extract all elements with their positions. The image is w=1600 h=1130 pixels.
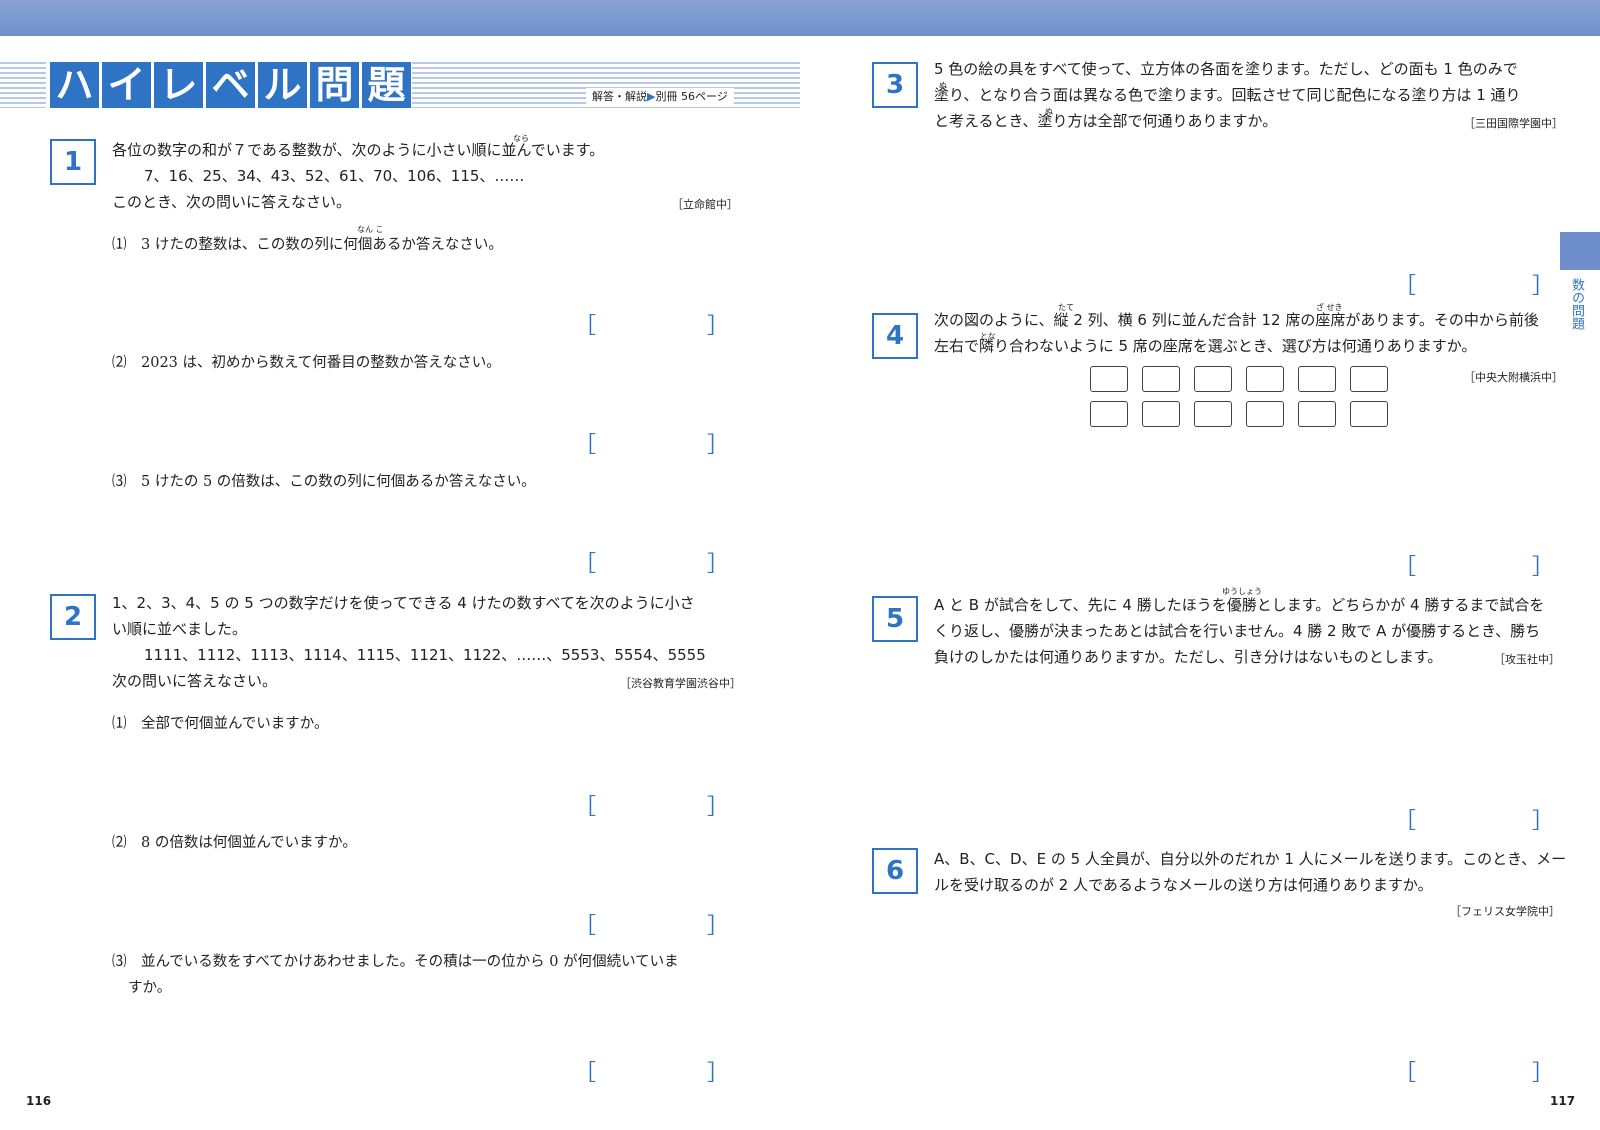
subquestion: ⑶ 5 けたの 5 の倍数は、この数の列に何個あるか答えなさい。 — [112, 474, 536, 490]
page-number-left: 116 — [26, 1094, 52, 1108]
answer-bracket-close: ］ — [707, 433, 730, 458]
subquestion: ⑵ 8 の倍数は何個並んでいますか。 — [112, 835, 357, 851]
problem-number: 4 — [872, 313, 918, 359]
seat — [1350, 401, 1388, 427]
answer-bracket-open: ［ — [1394, 1061, 1417, 1086]
seat — [1090, 366, 1128, 392]
source-label: ［三田国際学園中］ — [1464, 117, 1563, 130]
answer-bracket-open: ［ — [574, 1061, 597, 1086]
title-char: 問 — [310, 62, 359, 108]
title-char: イ — [102, 62, 151, 108]
problem-number: 2 — [50, 594, 96, 640]
seat — [1142, 366, 1180, 392]
seat — [1142, 401, 1180, 427]
answer-bracket-open: ［ — [1394, 809, 1417, 834]
seat — [1194, 366, 1232, 392]
page-number-right: 117 — [1550, 1094, 1576, 1108]
chapter-tab-label: 数の問題 — [1569, 278, 1584, 330]
subquestion: ⑴ 3 けたの整数は、この数の列に何個あるか答えなさい。 — [112, 237, 503, 253]
title-char: 題 — [362, 62, 411, 108]
problem-text: くり返し、優勝が決まったあとは試合を行いません。4 勝 2 敗で A が優勝する… — [934, 622, 1541, 640]
answer-bracket-open: ［ — [574, 433, 597, 458]
title-stripes-left — [0, 62, 46, 108]
answer-bracket-close: ］ — [1532, 809, 1555, 834]
answer-bracket-open: ［ — [1394, 555, 1417, 580]
answer-bracket-close: ］ — [1532, 1061, 1555, 1086]
top-header-band — [0, 0, 1600, 36]
answer-bracket-open: ［ — [574, 795, 597, 820]
title-char: レ — [154, 62, 203, 108]
problem-text: A、B、C、D、E の 5 人全員が、自分以外のだれか 1 人にメールを送ります… — [934, 850, 1567, 868]
seat — [1350, 366, 1388, 392]
source-label: ［中央大附横浜中］ — [1464, 371, 1563, 384]
answer-bracket-close: ］ — [707, 795, 730, 820]
answer-bracket-open: ［ — [1394, 274, 1417, 299]
title-char: ハ — [50, 62, 99, 108]
problem-text: 塗り、となり合う面は異なる色で塗ります。回転させて同じ配色になる塗り方は 1 通… — [934, 86, 1521, 104]
problem-text: 負けのしかたは何通りありますか。ただし、引き分けはないものとします。 — [934, 648, 1443, 666]
number-sequence: 7、16、25、34、43、52、61、70、106、115、…… — [144, 167, 525, 185]
source-label: ［攻玉社中］ — [1494, 653, 1560, 666]
problem-text: 左右で隣り合わないように 5 席の座席を選ぶとき、選び方は何通りありますか。 — [934, 337, 1477, 355]
page-title: ハ イ レ ベ ル 問 題 — [50, 62, 411, 108]
answer-bracket-close: ］ — [707, 1061, 730, 1086]
answer-bracket-close: ］ — [707, 552, 730, 577]
problem-text: このとき、次の問いに答えなさい。 — [112, 193, 351, 211]
title-char: ベ — [206, 62, 255, 108]
subquestion: ⑵ 2023 は、初めから数えて何番目の整数か答えなさい。 — [112, 355, 501, 371]
subquestion: ⑴ 全部で何個並んでいますか。 — [112, 716, 329, 732]
seat — [1246, 366, 1284, 392]
answer-bracket-close: ］ — [1532, 555, 1555, 580]
seat — [1194, 401, 1232, 427]
answer-reference: 解答・解説▶別冊 56ページ — [586, 88, 734, 104]
problem-number: 3 — [872, 62, 918, 108]
problem-number: 6 — [872, 848, 918, 894]
seat — [1090, 401, 1128, 427]
number-sequence: 1111、1112、1113、1114、1115、1121、1122、……、55… — [144, 646, 706, 664]
subquestion-continued: すか。 — [128, 980, 172, 996]
answer-bracket-close: ］ — [707, 314, 730, 339]
problem-text: 5 色の絵の具をすべて使って、立方体の各面を塗ります。ただし、どの面も 1 色の… — [934, 60, 1518, 78]
seat — [1298, 366, 1336, 392]
source-label: ［渋谷教育学園渋谷中］ — [620, 677, 741, 690]
problem-text: と考えるとき、塗り方は全部で何通りありますか。 — [934, 112, 1278, 130]
answer-bracket-close: ］ — [1532, 274, 1555, 299]
answer-bracket-open: ［ — [574, 314, 597, 339]
problem-text: 各位の数字の和が７である整数が、次のように小さい順に並んでいます。 — [112, 141, 605, 159]
problem-text: 次の図のように、縦 2 列、横 6 列に並んだ合計 12 席の座席があります。そ… — [934, 311, 1539, 329]
problem-text: 1、2、3、4、5 の 5 つの数字だけを使ってできる 4 けたの数すべてを次の… — [112, 594, 695, 612]
source-label: ［立命館中］ — [672, 198, 738, 211]
seat — [1298, 401, 1336, 427]
ref-label: 解答・解説 — [592, 90, 647, 103]
problem-text: A と B が試合をして、先に 4 勝したほうを優勝とします。どちらかが 4 勝… — [934, 596, 1545, 614]
subquestion: ⑶ 並んでいる数をすべてかけあわせました。その積は一の位から 0 が何個続いてい… — [112, 954, 679, 970]
problem-text: ルを受け取るのが 2 人であるようなメールの送り方は何通りありますか。 — [934, 876, 1433, 894]
source-label: ［フェリス女学院中］ — [1450, 905, 1560, 918]
problem-text: い順に並べました。 — [112, 620, 248, 638]
answer-bracket-close: ］ — [707, 914, 730, 939]
answer-bracket-open: ［ — [574, 914, 597, 939]
ref-target: 別冊 56ページ — [655, 90, 728, 103]
title-char: ル — [258, 62, 307, 108]
problem-number: 5 — [872, 596, 918, 642]
answer-bracket-open: ［ — [574, 552, 597, 577]
seat — [1246, 401, 1284, 427]
chapter-tab — [1560, 232, 1600, 270]
problem-text: 次の問いに答えなさい。 — [112, 672, 278, 690]
problem-number: 1 — [50, 139, 96, 185]
